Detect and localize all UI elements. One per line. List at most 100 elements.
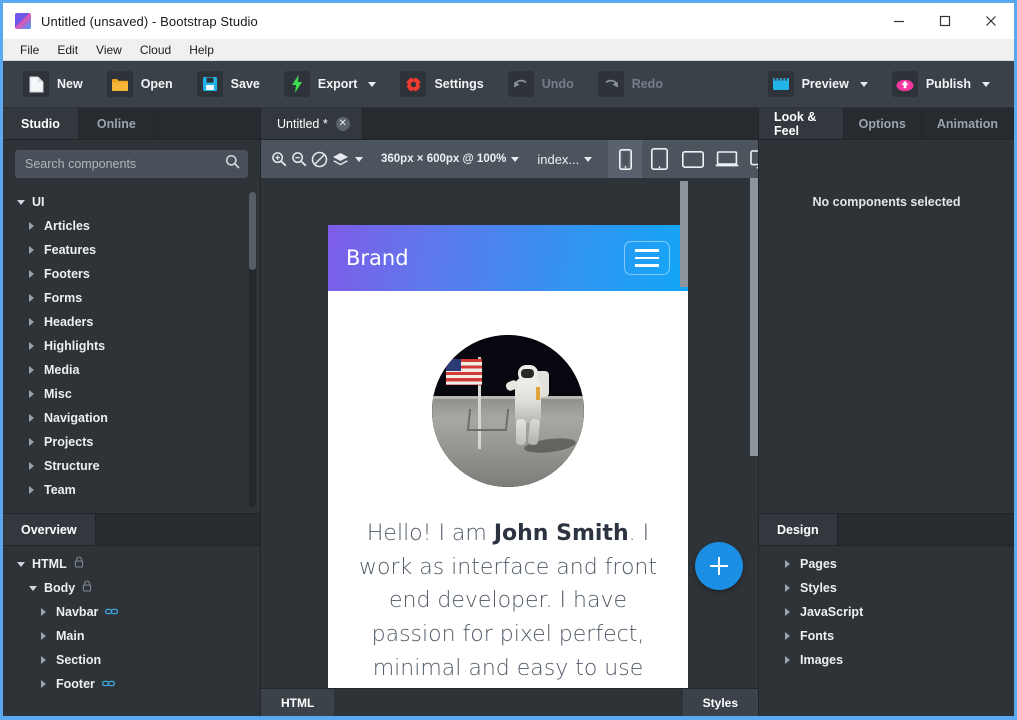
chevron-right-icon[interactable] <box>29 462 37 470</box>
canvas-size-chevron-down-icon[interactable] <box>511 156 520 162</box>
layers-icon[interactable] <box>332 147 349 171</box>
preview-button[interactable]: Preview <box>758 66 878 102</box>
chevron-right-icon[interactable] <box>785 584 793 592</box>
device-tablet-portrait-icon[interactable] <box>642 140 676 178</box>
export-chevron-down-icon[interactable] <box>368 81 377 87</box>
tab-options[interactable]: Options <box>844 108 922 139</box>
settings-button[interactable]: Settings <box>390 66 493 102</box>
chevron-right-icon[interactable] <box>29 438 37 446</box>
tree-item-forms[interactable]: Forms <box>3 286 260 310</box>
design-item-pages[interactable]: Pages <box>759 552 1014 576</box>
chevron-right-icon[interactable] <box>785 608 793 616</box>
tree-item-features[interactable]: Features <box>3 238 260 262</box>
design-item-fonts[interactable]: Fonts <box>759 624 1014 648</box>
tab-styles[interactable]: Styles <box>682 689 758 716</box>
chevron-right-icon[interactable] <box>41 656 49 664</box>
redo-button[interactable]: Redo <box>588 66 673 102</box>
chevron-right-icon[interactable] <box>785 632 793 640</box>
tree-item-projects[interactable]: Projects <box>3 430 260 454</box>
tab-html[interactable]: HTML <box>261 689 335 716</box>
chevron-right-icon[interactable] <box>29 486 37 494</box>
overview-item-main[interactable]: Main <box>3 624 260 648</box>
preview-navbar[interactable]: Brand <box>328 225 688 291</box>
preview-brand-label[interactable]: Brand <box>346 246 409 270</box>
tree-item-structure[interactable]: Structure <box>3 454 260 478</box>
components-tree[interactable]: UI Articles Features Footers Forms Heade… <box>3 186 260 513</box>
chevron-right-icon[interactable] <box>29 294 37 302</box>
design-item-styles[interactable]: Styles <box>759 576 1014 600</box>
preview-paragraph[interactable]: Hello! I am John Smith. I work as interf… <box>350 517 666 688</box>
tree-item-misc[interactable]: Misc <box>3 382 260 406</box>
chevron-right-icon[interactable] <box>41 680 49 688</box>
canvas-scrollbar-thumb[interactable] <box>750 178 758 456</box>
menu-item-edit[interactable]: Edit <box>48 41 87 59</box>
chevron-right-icon[interactable] <box>29 222 37 230</box>
tree-item-articles[interactable]: Articles <box>3 214 260 238</box>
page-selector-label[interactable]: index... <box>537 152 579 167</box>
close-tab-icon[interactable]: ✕ <box>335 116 350 131</box>
preview-chevron-down-icon[interactable] <box>859 81 868 87</box>
search-icon[interactable] <box>225 154 240 174</box>
chevron-right-icon[interactable] <box>29 390 37 398</box>
overview-tree[interactable]: HTML Body Navbar Main Section Footer <box>3 546 260 716</box>
chevron-down-icon[interactable] <box>29 585 37 591</box>
chevron-right-icon[interactable] <box>29 318 37 326</box>
tab-look-and-feel[interactable]: Look & Feel <box>759 108 844 139</box>
chevron-right-icon[interactable] <box>41 632 49 640</box>
design-item-javascript[interactable]: JavaScript <box>759 600 1014 624</box>
publish-button[interactable]: Publish <box>882 66 1000 102</box>
tab-design[interactable]: Design <box>759 514 838 545</box>
new-button[interactable]: New <box>13 66 93 102</box>
layers-chevron-down-icon[interactable] <box>355 156 363 162</box>
chevron-right-icon[interactable] <box>29 342 37 350</box>
canvas-area[interactable]: Brand Hello! I am John Smith. I work as … <box>261 178 758 688</box>
overview-item-html[interactable]: HTML <box>3 552 260 576</box>
chevron-right-icon[interactable] <box>785 656 793 664</box>
document-tab-untitled[interactable]: Untitled * ✕ <box>261 108 363 139</box>
preview-inner-scrollbar-thumb[interactable] <box>680 181 688 287</box>
close-icon[interactable] <box>968 3 1014 39</box>
overview-item-body[interactable]: Body <box>3 576 260 600</box>
menu-item-file[interactable]: File <box>11 41 48 59</box>
tab-overview[interactable]: Overview <box>3 514 96 545</box>
chevron-right-icon[interactable] <box>29 366 37 374</box>
astronaut-on-moon-photo[interactable] <box>432 335 584 487</box>
overview-item-section[interactable]: Section <box>3 648 260 672</box>
menu-item-cloud[interactable]: Cloud <box>131 41 180 59</box>
zoom-out-icon[interactable] <box>291 147 307 171</box>
chevron-down-icon[interactable] <box>17 199 25 205</box>
device-preview-frame[interactable]: Brand Hello! I am John Smith. I work as … <box>328 225 688 688</box>
undo-button[interactable]: Undo <box>498 66 584 102</box>
tree-item-footers[interactable]: Footers <box>3 262 260 286</box>
minimize-icon[interactable] <box>876 3 922 39</box>
hamburger-menu-icon[interactable] <box>624 241 670 275</box>
design-item-images[interactable]: Images <box>759 648 1014 672</box>
export-button[interactable]: Export <box>274 66 387 102</box>
page-selector-chevron-down-icon[interactable] <box>584 156 593 162</box>
tree-item-ui[interactable]: UI <box>3 190 260 214</box>
tree-item-headers[interactable]: Headers <box>3 310 260 334</box>
chevron-down-icon[interactable] <box>17 561 25 567</box>
chevron-right-icon[interactable] <box>785 560 793 568</box>
menu-item-view[interactable]: View <box>87 41 131 59</box>
circle-slash-icon[interactable] <box>311 147 328 171</box>
search-input[interactable]: Search components <box>15 150 248 178</box>
tree-item-team[interactable]: Team <box>3 478 260 502</box>
tree-item-navigation[interactable]: Navigation <box>3 406 260 430</box>
save-button[interactable]: Save <box>187 66 270 102</box>
chevron-right-icon[interactable] <box>29 246 37 254</box>
overview-item-footer[interactable]: Footer <box>3 672 260 696</box>
open-button[interactable]: Open <box>97 66 183 102</box>
components-scrollbar-thumb[interactable] <box>249 192 256 270</box>
tree-item-media[interactable]: Media <box>3 358 260 382</box>
tab-studio[interactable]: Studio <box>3 108 79 139</box>
chevron-right-icon[interactable] <box>41 608 49 616</box>
tab-animation[interactable]: Animation <box>922 108 1014 139</box>
menu-item-help[interactable]: Help <box>180 41 223 59</box>
maximize-icon[interactable] <box>922 3 968 39</box>
tree-item-highlights[interactable]: Highlights <box>3 334 260 358</box>
chevron-right-icon[interactable] <box>29 414 37 422</box>
device-tablet-landscape-icon[interactable] <box>676 140 710 178</box>
tab-online[interactable]: Online <box>79 108 155 139</box>
device-phone-icon[interactable] <box>608 140 643 178</box>
